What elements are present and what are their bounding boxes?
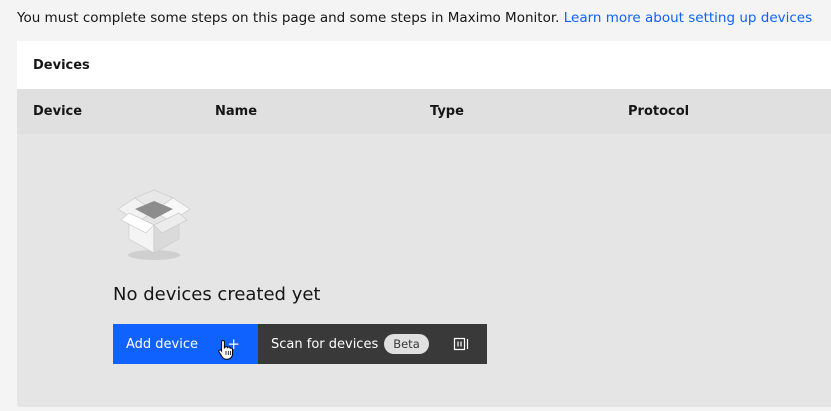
column-header-type[interactable]: Type bbox=[430, 104, 464, 119]
empty-state: No devices created yet Add device + Scan… bbox=[17, 134, 831, 407]
table-header: Device Name Type Protocol bbox=[17, 89, 831, 134]
column-header-protocol[interactable]: Protocol bbox=[628, 104, 689, 119]
open-box-icon bbox=[117, 189, 191, 260]
empty-state-message: No devices created yet bbox=[113, 284, 321, 305]
column-header-name[interactable]: Name bbox=[215, 104, 257, 119]
scan-for-devices-button[interactable]: Scan for devices Beta bbox=[258, 324, 487, 364]
setup-devices-link[interactable]: Learn more about setting up devices bbox=[564, 10, 812, 26]
beta-badge: Beta bbox=[384, 334, 429, 354]
scan-icon bbox=[453, 337, 469, 351]
intro-message: You must complete some steps on this pag… bbox=[17, 10, 560, 26]
card-title: Devices bbox=[17, 41, 831, 89]
column-header-device[interactable]: Device bbox=[33, 104, 82, 119]
add-device-button[interactable]: Add device + bbox=[113, 324, 258, 364]
action-buttons: Add device + Scan for devices Beta bbox=[113, 324, 487, 364]
devices-card: Devices Device Name Type Protocol No dev… bbox=[17, 41, 831, 407]
intro-text: You must complete some steps on this pag… bbox=[17, 9, 812, 27]
plus-icon: + bbox=[227, 335, 240, 353]
scan-for-devices-label: Scan for devices bbox=[271, 336, 379, 352]
add-device-label: Add device bbox=[126, 336, 199, 352]
